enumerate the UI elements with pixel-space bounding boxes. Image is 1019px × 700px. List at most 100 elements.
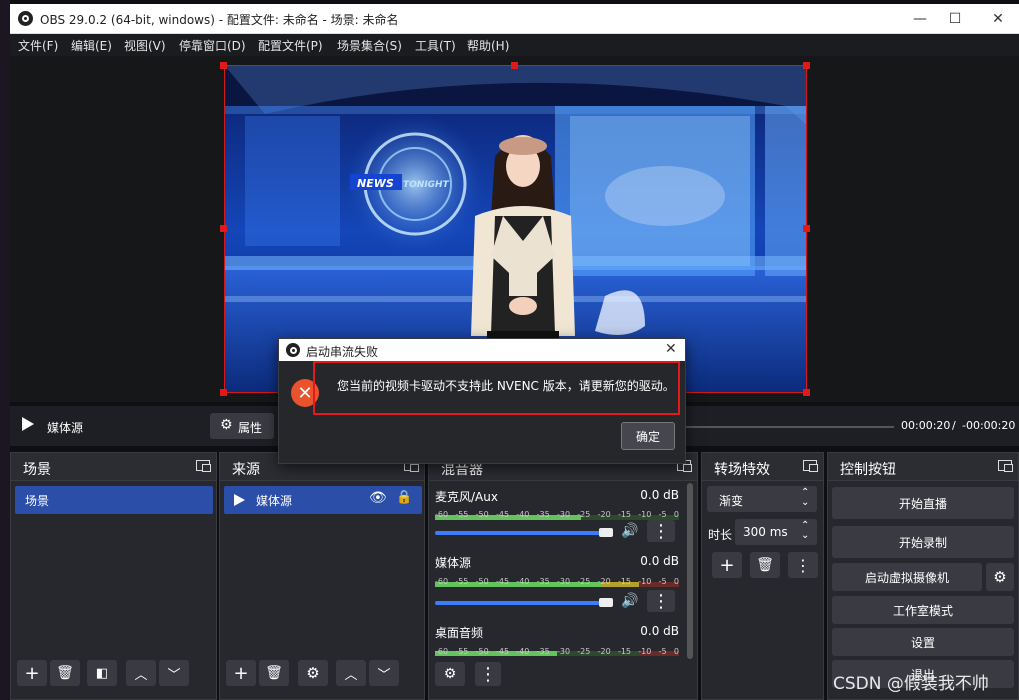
speaker-icon[interactable]: 🔊 — [621, 523, 638, 539]
menu-scene-collection[interactable]: 场景集合(S) — [337, 37, 402, 54]
remove-transition-button[interactable]: 🗑 — [750, 552, 780, 578]
mixer-menu-button[interactable]: ⋮ — [475, 662, 501, 686]
transition-menu-button[interactable]: ⋮ — [788, 552, 818, 578]
play-icon[interactable] — [22, 417, 34, 431]
transitions-dock-title: 转场特效 — [714, 462, 770, 478]
meter-tick-label: -50 — [475, 510, 489, 519]
meter-tick-label: -25 — [577, 577, 591, 586]
start-recording-button[interactable]: 开始录制 — [832, 526, 1014, 558]
scene-item[interactable]: 场景 — [15, 486, 213, 514]
audio-mixer-dock: 混音器 麦克风/Aux 0.0 dB -60 -55 -50 -45 -40 -35 -30… — [428, 452, 698, 700]
maximize-icon: ☐ — [948, 11, 962, 27]
volume-slider-knob[interactable] — [599, 598, 613, 607]
studio-mode-button[interactable]: 工作室模式 — [832, 596, 1014, 624]
menu-view[interactable]: 视图(V) — [124, 37, 166, 54]
remove-scene-button[interactable]: 🗑 — [50, 660, 80, 686]
menu-docks[interactable]: 停靠窗口(D) — [179, 37, 246, 54]
dialog-close-icon[interactable]: ✕ — [665, 341, 677, 357]
meter-tick-label: -25 — [577, 510, 591, 519]
source-item[interactable]: 媒体源 👁 🔒 — [224, 486, 422, 514]
transition-select[interactable]: 渐变 ⌃ ⌄ — [707, 486, 817, 512]
lock-icon[interactable]: 🔒 — [396, 490, 412, 505]
meter-tick-label: -40 — [516, 510, 530, 519]
menu-tools[interactable]: 工具(T) — [415, 37, 456, 54]
sources-dock: 来源 媒体源 👁 🔒 + 🗑 ⚙ ︿ ﹀ — [219, 452, 425, 700]
transform-handle[interactable] — [803, 62, 810, 69]
start-streaming-button[interactable]: 开始直播 — [832, 487, 1014, 519]
move-source-up-button[interactable]: ︿ — [336, 660, 366, 686]
meter-tick-label: -5 — [658, 647, 667, 656]
transform-handle[interactable] — [803, 225, 810, 232]
settings-button[interactable]: 设置 — [832, 628, 1014, 656]
eye-icon[interactable]: 👁 — [369, 490, 387, 506]
transform-handle[interactable] — [803, 389, 810, 396]
media-seek-bar[interactable] — [686, 426, 894, 428]
undock-icon[interactable] — [998, 460, 1013, 472]
meter-tick-label: -60 — [435, 510, 449, 519]
start-virtual-camera-button[interactable]: 启动虚拟摄像机 — [832, 563, 982, 591]
speaker-icon[interactable]: 🔊 — [621, 593, 638, 609]
mixer-channel-db: 0.0 dB — [640, 554, 679, 568]
meter-tick-label: -15 — [617, 577, 632, 586]
sources-dock-title: 来源 — [232, 462, 260, 478]
controls-dock: 控制按钮 开始直播 开始录制 启动虚拟摄像机 ⚙ 工作室模式 设置 退出 — [827, 452, 1019, 700]
meter-tick-label: 0 — [673, 577, 679, 586]
mixer-channel-name: 媒体源 — [435, 556, 472, 570]
volume-slider[interactable] — [435, 531, 609, 535]
transform-handle[interactable] — [220, 225, 227, 232]
properties-label: 属性 — [238, 421, 263, 435]
transform-handle[interactable] — [511, 62, 518, 69]
meter-tick-label: -50 — [475, 647, 489, 656]
meter-tick-label: -55 — [455, 577, 469, 586]
properties-button[interactable]: ⚙ 属性 — [210, 413, 274, 439]
add-scene-button[interactable]: + — [17, 660, 47, 686]
move-source-down-button[interactable]: ﹀ — [369, 660, 399, 686]
menu-file[interactable]: 文件(F) — [18, 37, 58, 54]
mixer-scrollbar[interactable] — [687, 483, 693, 659]
undock-icon[interactable] — [803, 460, 818, 472]
meter-tick-label: -20 — [597, 647, 611, 656]
channel-menu-button[interactable]: ⋮ — [647, 520, 675, 542]
ok-button[interactable]: 确定 — [621, 422, 675, 450]
channel-menu-button[interactable]: ⋮ — [647, 590, 675, 612]
meter-tick-label: -40 — [516, 647, 530, 656]
menu-edit[interactable]: 编辑(E) — [71, 37, 112, 54]
advanced-audio-button[interactable]: ⚙ — [435, 662, 465, 686]
add-transition-button[interactable]: + — [712, 552, 742, 578]
transform-handle[interactable] — [220, 62, 227, 69]
chevron-up-icon: ︿ — [344, 667, 358, 683]
meter-tick-label: -10 — [638, 510, 652, 519]
meter-tick-label: -35 — [536, 577, 550, 586]
time-remaining: -00:00:20 — [962, 419, 1016, 432]
add-source-button[interactable]: + — [226, 660, 256, 686]
transform-handle[interactable] — [220, 389, 227, 396]
meter-tick-label: -10 — [638, 647, 652, 656]
menu-profile[interactable]: 配置文件(P) — [258, 37, 323, 54]
menu-help[interactable]: 帮助(H) — [467, 37, 509, 54]
transitions-dock: 转场特效 渐变 ⌃ ⌄ 时长 300 ms ⌃ ⌄ + 🗑 ⋮ — [701, 452, 824, 700]
scene-filters-button[interactable]: ◧ — [87, 660, 117, 686]
duration-value: 300 ms — [743, 525, 788, 539]
maximize-button[interactable]: ☐ — [932, 4, 978, 34]
meter-tick-label: -35 — [536, 510, 550, 519]
meter-tick-label: -40 — [516, 577, 530, 586]
tonight-badge-text: TONIGHT — [403, 180, 450, 190]
virtual-camera-settings-button[interactable]: ⚙ — [986, 563, 1014, 591]
time-current: 00:00:20 — [901, 419, 951, 432]
meter-tick-label: -20 — [597, 577, 611, 586]
close-window-button[interactable]: ✕ — [975, 4, 1019, 34]
meter-tick-label: -45 — [495, 577, 510, 586]
volume-meter — [435, 641, 679, 656]
time-separator: / — [952, 419, 956, 432]
duration-spinbox[interactable]: 300 ms ⌃ ⌄ — [735, 519, 817, 545]
source-properties-button[interactable]: ⚙ — [298, 660, 328, 686]
volume-slider-knob[interactable] — [599, 528, 613, 537]
move-scene-down-button[interactable]: ﹀ — [159, 660, 189, 686]
meter-tick-label: -5 — [658, 577, 667, 586]
remove-source-button[interactable]: 🗑 — [259, 660, 289, 686]
meter-tick-label: -30 — [556, 577, 571, 586]
undock-icon[interactable] — [196, 460, 211, 472]
move-scene-up-button[interactable]: ︿ — [126, 660, 156, 686]
meter-tick-label: -55 — [455, 647, 469, 656]
volume-slider[interactable] — [435, 601, 609, 605]
